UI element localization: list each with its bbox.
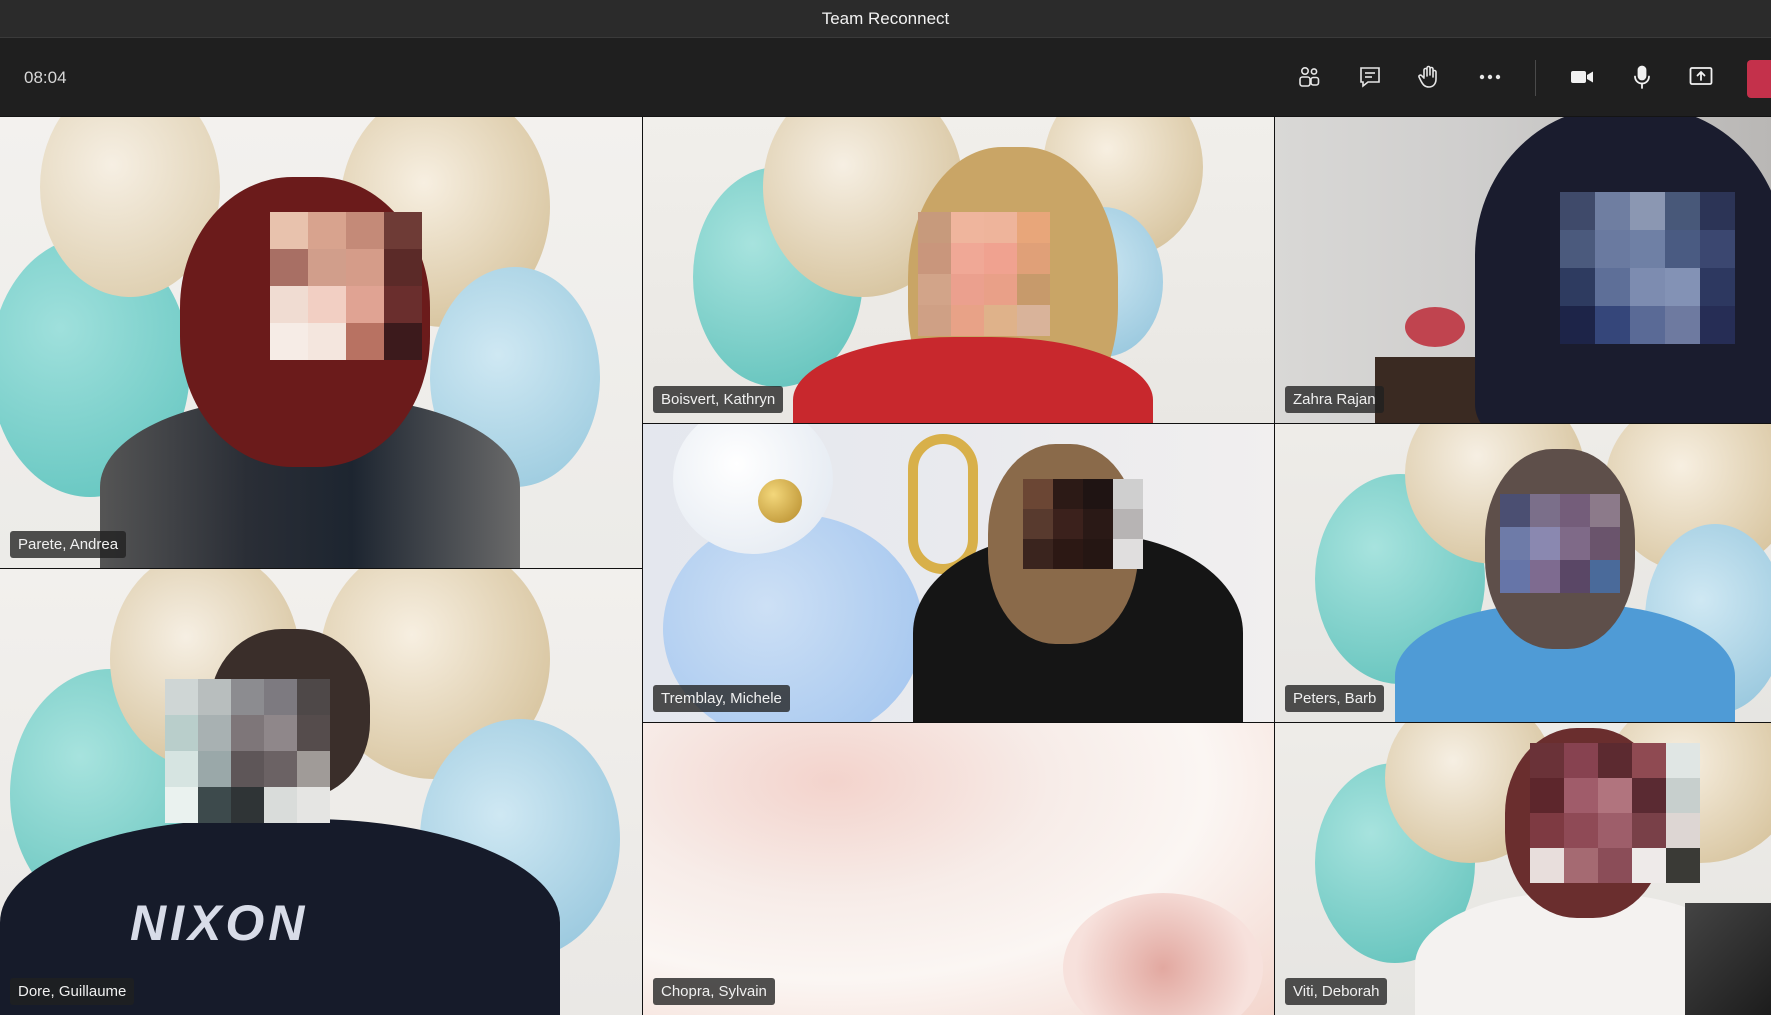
participants-icon (1299, 66, 1320, 87)
chat-icon (1360, 67, 1380, 88)
video-feed (1275, 117, 1771, 423)
meeting-toolbar: 08:04 (0, 38, 1771, 117)
microphone-icon (1634, 65, 1650, 89)
participant-tile[interactable]: Peters, Barb (1275, 424, 1771, 722)
raise-hand-icon (1418, 65, 1437, 88)
participant-name: Peters, Barb (1285, 685, 1385, 712)
participant-name: Chopra, Sylvain (653, 978, 775, 1005)
participant-name: Dore, Guillaume (10, 978, 135, 1005)
participant-name: Zahra Rajan (1285, 386, 1384, 413)
video-feed (643, 117, 1274, 423)
title-bar: Team Reconnect (0, 0, 1771, 38)
participant-tile[interactable]: Boisvert, Kathryn (643, 117, 1274, 423)
share-screen-icon (1689, 67, 1713, 85)
participant-tile[interactable]: Chopra, Sylvain (643, 723, 1274, 1015)
meeting-title: Team Reconnect (821, 8, 950, 28)
participant-tile[interactable]: Parete, Andrea (0, 117, 642, 568)
participant-tile[interactable]: Viti, Deborah (1275, 723, 1771, 1015)
participant-name: Tremblay, Michele (653, 685, 790, 712)
video-feed (1275, 723, 1771, 1015)
more-options-button[interactable] (1468, 55, 1512, 99)
raise-hand-button[interactable] (1407, 55, 1451, 99)
chat-button[interactable] (1348, 55, 1392, 99)
video-feed (1275, 424, 1771, 722)
more-options-icon (1479, 74, 1501, 80)
meeting-timer: 08:04 (24, 68, 67, 87)
microphone-button[interactable] (1620, 55, 1664, 99)
toolbar-divider (1535, 60, 1536, 96)
share-screen-button[interactable] (1679, 55, 1723, 99)
video-feed: NIXON (0, 569, 642, 1015)
video-feed (643, 723, 1274, 1015)
participant-tile[interactable]: NIXON Dore, Guillaume (0, 569, 642, 1015)
participant-name: Parete, Andrea (10, 531, 127, 558)
camera-button[interactable] (1560, 55, 1604, 99)
video-feed (0, 117, 642, 568)
participant-tile[interactable]: Zahra Rajan (1275, 117, 1771, 423)
participants-button[interactable] (1287, 55, 1331, 99)
participant-tile[interactable]: Tremblay, Michele (643, 424, 1274, 722)
meeting-window: Team Reconnect 08:04 Parete, Andrea Bois… (0, 0, 1771, 1015)
video-feed (643, 424, 1274, 722)
camera-icon (1571, 71, 1593, 83)
shirt-print: NIXON (130, 895, 309, 951)
leave-button[interactable] (1747, 60, 1771, 98)
participant-name: Viti, Deborah (1285, 978, 1388, 1005)
participant-name: Boisvert, Kathryn (653, 386, 784, 413)
video-grid: Parete, Andrea Boisvert, Kathryn Zahra R… (0, 117, 1771, 1015)
